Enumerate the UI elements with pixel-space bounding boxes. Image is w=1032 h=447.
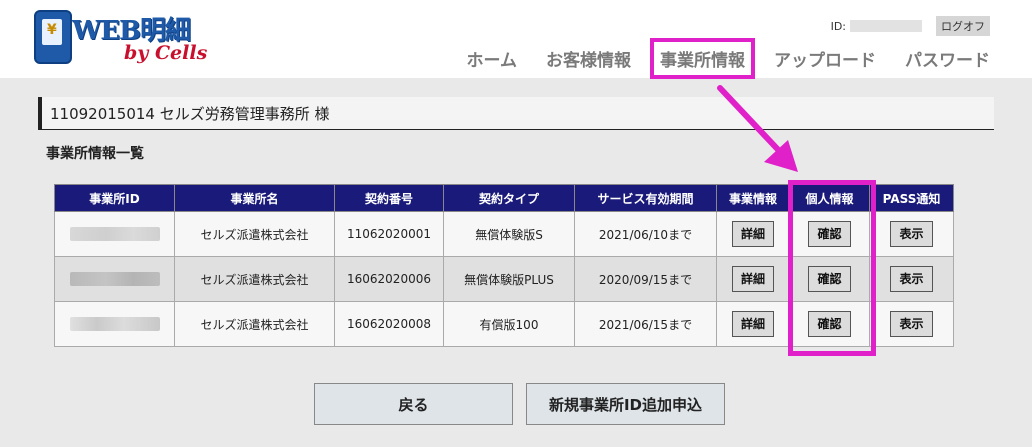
logo-sub-text: by Cells: [124, 42, 208, 64]
col-header-business-info: 事業情報: [716, 184, 790, 212]
phone-yen-icon: [34, 10, 72, 64]
table-header-row: 事業所ID 事業所名 契約番号 契約タイプ サービス有効期間 事業情報 個人情報…: [54, 184, 954, 212]
detail-button[interactable]: 詳細: [731, 221, 774, 247]
page-title-bar: 11092015014 セルズ労務管理事務所 様: [38, 97, 994, 130]
main-nav: ホーム お客様情報 事業所情報 アップロード パスワード: [440, 38, 993, 79]
office-table: 事業所ID 事業所名 契約番号 契約タイプ サービス有効期間 事業情報 個人情報…: [54, 184, 954, 347]
pass-notice-cell: 表示: [869, 256, 954, 302]
col-header-pass-notice: PASS通知: [869, 184, 954, 212]
col-header-contract-type: 契約タイプ: [443, 184, 575, 212]
nav-home[interactable]: ホーム: [465, 46, 520, 71]
col-header-office-id: 事業所ID: [54, 184, 175, 212]
contract-type-cell: 無償体験版PLUS: [443, 256, 575, 302]
header: WEB明細 by Cells ID: ログオフ ホーム お客様情報 事業所情報 …: [0, 0, 1032, 79]
show-button[interactable]: 表示: [890, 311, 933, 337]
office-id-masked: [69, 317, 160, 332]
personal-info-cell: 確認: [789, 256, 870, 302]
personal-info-cell: 確認: [789, 211, 870, 257]
table-row: セルズ派遣株式会社 16062020008 有償版100 2021/06/15ま…: [54, 301, 954, 347]
id-label: ID:: [830, 19, 846, 33]
pass-notice-cell: 表示: [869, 301, 954, 347]
office-name-cell: セルズ派遣株式会社: [174, 301, 335, 347]
business-info-cell: 詳細: [716, 211, 790, 257]
valid-until-cell: 2020/09/15まで: [574, 256, 717, 302]
table-row: セルズ派遣株式会社 16062020006 無償体験版PLUS 2020/09/…: [54, 256, 954, 302]
logout-button[interactable]: ログオフ: [936, 16, 990, 36]
user-id-area: ID: ログオフ: [831, 16, 990, 36]
back-button[interactable]: 戻る: [314, 383, 513, 425]
col-header-contract-no: 契約番号: [334, 184, 444, 212]
col-header-valid-period: サービス有効期間: [574, 184, 717, 212]
office-name-cell: セルズ派遣株式会社: [174, 256, 335, 302]
add-office-button[interactable]: 新規事業所ID追加申込: [526, 383, 725, 425]
nav-upload[interactable]: アップロード: [772, 46, 878, 71]
contract-no-cell: 16062020006: [334, 256, 444, 302]
personal-info-cell: 確認: [789, 301, 870, 347]
contract-no-cell: 16062020008: [334, 301, 444, 347]
app-logo[interactable]: WEB明細 by Cells: [34, 8, 214, 70]
business-info-cell: 詳細: [716, 256, 790, 302]
section-heading: 事業所情報一覧: [46, 146, 144, 162]
contract-no-cell: 11062020001: [334, 211, 444, 257]
pass-notice-cell: 表示: [869, 211, 954, 257]
business-info-cell: 詳細: [716, 301, 790, 347]
office-id-cell: [54, 301, 175, 347]
office-id-masked: [69, 227, 160, 242]
valid-until-cell: 2021/06/15まで: [574, 301, 717, 347]
office-id-cell: [54, 256, 175, 302]
detail-button[interactable]: 詳細: [731, 311, 774, 337]
col-header-office-name: 事業所名: [174, 184, 335, 212]
contract-type-cell: 無償体験版S: [443, 211, 575, 257]
confirm-button[interactable]: 確認: [808, 311, 851, 337]
show-button[interactable]: 表示: [890, 266, 933, 292]
table-row: セルズ派遣株式会社 11062020001 無償体験版S 2021/06/10ま…: [54, 211, 954, 257]
office-id-masked: [69, 272, 160, 287]
office-name-cell: セルズ派遣株式会社: [174, 211, 335, 257]
contract-type-cell: 有償版100: [443, 301, 575, 347]
confirm-button[interactable]: 確認: [808, 221, 851, 247]
valid-until-cell: 2021/06/10まで: [574, 211, 717, 257]
show-button[interactable]: 表示: [890, 221, 933, 247]
confirm-button[interactable]: 確認: [808, 266, 851, 292]
page-title: 11092015014 セルズ労務管理事務所 様: [50, 105, 330, 123]
nav-office-info[interactable]: 事業所情報: [650, 38, 755, 79]
user-id-masked: [850, 20, 922, 32]
detail-button[interactable]: 詳細: [731, 266, 774, 292]
office-id-cell: [54, 211, 175, 257]
col-header-personal-info: 個人情報: [789, 184, 870, 212]
nav-password[interactable]: パスワード: [903, 46, 992, 71]
nav-customer-info[interactable]: お客様情報: [544, 46, 633, 71]
